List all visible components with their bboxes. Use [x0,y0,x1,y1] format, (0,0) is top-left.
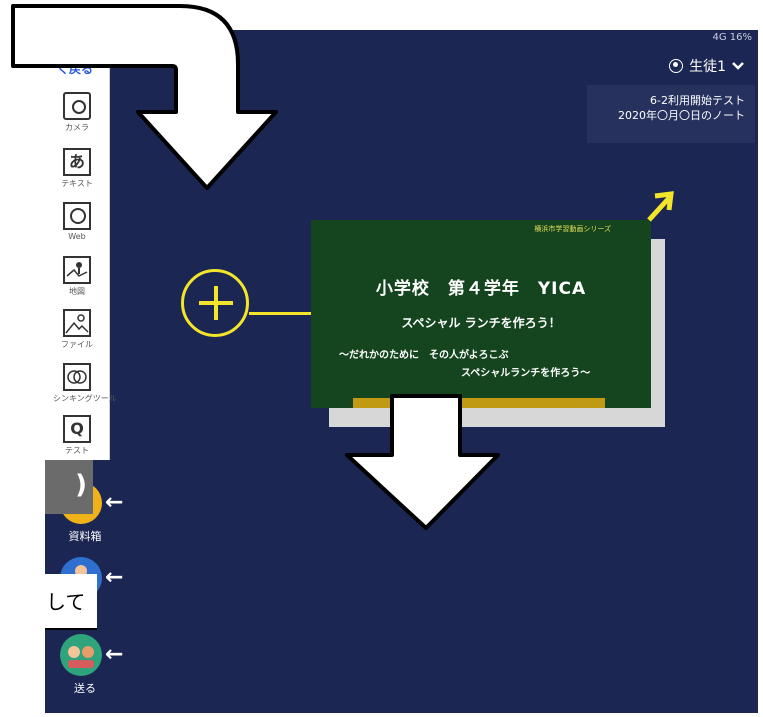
arrow-down-icon [345,394,500,530]
curved-arrow-down-icon [11,4,278,190]
guide-arrows-overlay [11,4,500,530]
